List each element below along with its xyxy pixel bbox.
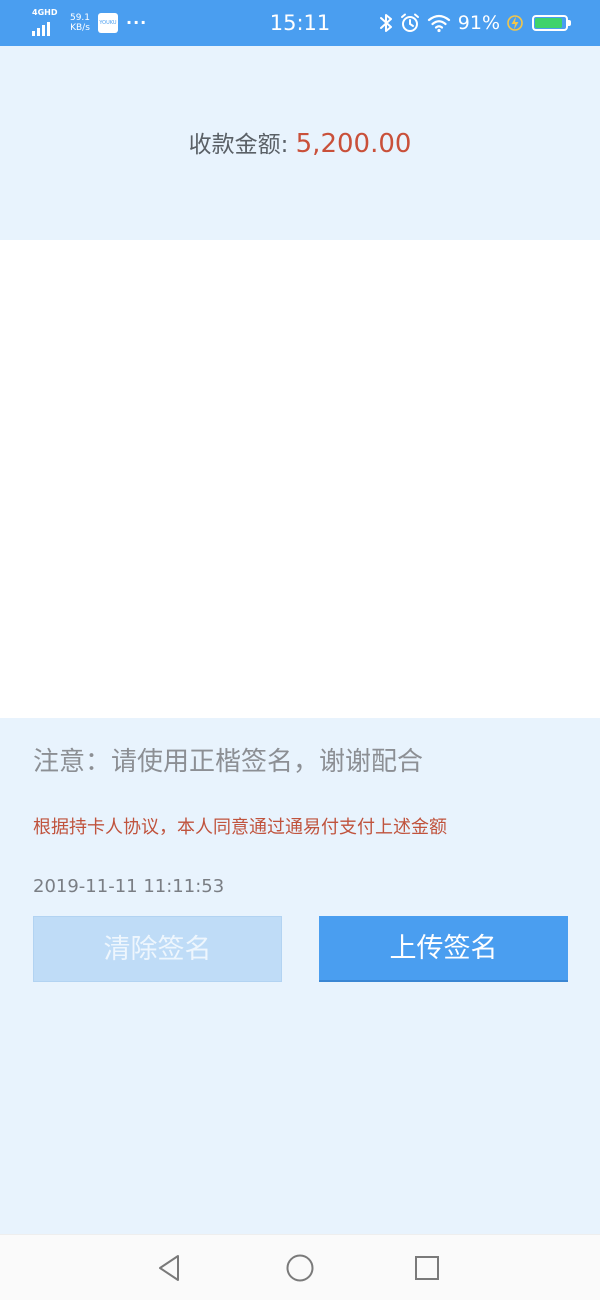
- alarm-icon: [400, 13, 419, 32]
- navigation-bar: [0, 1234, 600, 1300]
- status-bar: 4GHD 59.1 KB/s YOUKU ··· 15:11 91%: [0, 0, 600, 46]
- home-icon: [286, 1254, 314, 1282]
- signature-pad[interactable]: [0, 240, 600, 718]
- amount-value: 5,200.00: [295, 129, 412, 159]
- recent-apps-icon: [415, 1256, 439, 1280]
- amount-section: 收款金额: 5,200.00: [0, 46, 600, 240]
- battery-icon: [532, 15, 571, 31]
- amount-label: 收款金额:: [188, 132, 296, 158]
- cardholder-agreement-text: 根据持卡人协议，本人同意通过通易付支付上述金额: [33, 817, 447, 838]
- signature-controls-panel: 注意：请使用正楷签名，谢谢配合 根据持卡人协议，本人同意通过通易付支付上述金额 …: [0, 718, 600, 1234]
- battery-percent: 91%: [457, 12, 500, 34]
- bluetooth-icon: [379, 14, 392, 32]
- amount-line: 收款金额: 5,200.00: [0, 124, 600, 165]
- back-icon: [159, 1255, 179, 1281]
- wifi-icon: [427, 14, 450, 33]
- upload-signature-button[interactable]: 上传签名: [319, 916, 568, 982]
- signature-datetime: 2019-11-11 11:11:53: [33, 876, 225, 897]
- home-button[interactable]: [284, 1252, 316, 1284]
- recent-apps-button[interactable]: [411, 1252, 443, 1284]
- battery-saver-icon: [507, 15, 523, 31]
- battery-fill: [535, 18, 563, 28]
- status-bar-right: 91%: [379, 0, 571, 46]
- back-button[interactable]: [155, 1252, 187, 1284]
- notice-text: 注意：请使用正楷签名，谢谢配合: [33, 747, 424, 777]
- clear-signature-button[interactable]: 清除签名: [33, 916, 282, 982]
